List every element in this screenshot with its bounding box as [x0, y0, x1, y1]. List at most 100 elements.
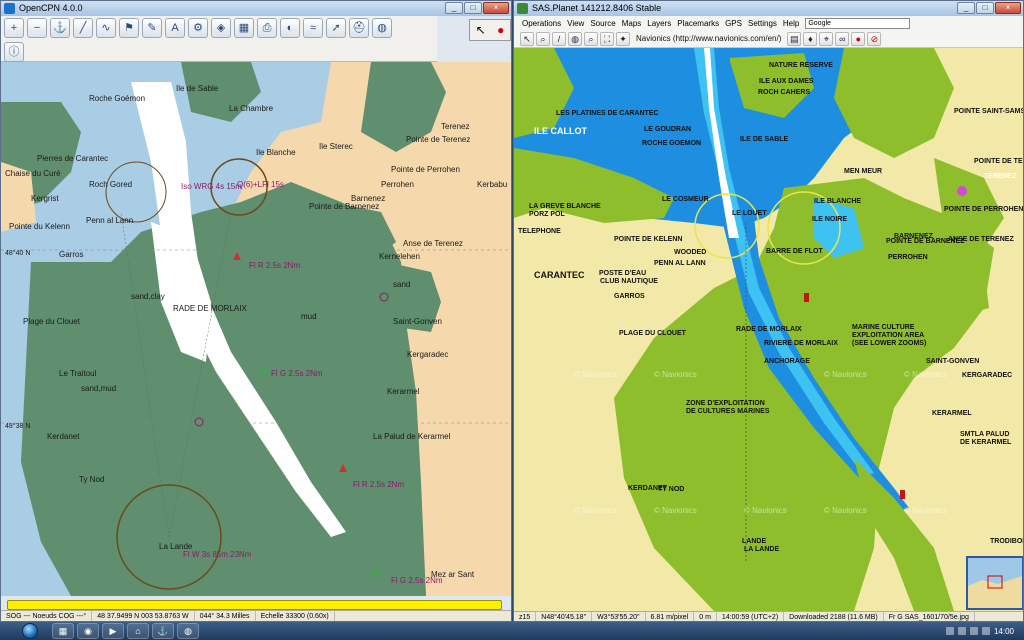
info-icon[interactable]: ⓘ	[4, 42, 24, 62]
media-taskbar-icon[interactable]: ▶	[102, 623, 124, 639]
map-label: TELEPHONE	[518, 228, 561, 235]
sasplanet-window: SAS.Planet 141212.8406 Stable _ □ × Oper…	[513, 0, 1024, 622]
ais-icon[interactable]: ◈	[211, 18, 231, 38]
status-scale: Echelle 33300 (0.60x)	[256, 611, 335, 621]
sasplanet-taskbar-icon[interactable]: ◍	[177, 623, 199, 639]
menu-help[interactable]: Help	[783, 19, 799, 28]
chart-label: sand,clay	[131, 292, 165, 301]
start-button[interactable]	[22, 623, 38, 639]
map-label: ANSE DE TERENEZ	[948, 236, 1014, 243]
map-label: BARRE DE FLOT	[766, 248, 823, 255]
select-icon[interactable]: ↖	[520, 31, 534, 46]
sasplanet-titlebar[interactable]: SAS.Planet 141212.8406 Stable _ □ ×	[514, 1, 1023, 16]
toggle-icon[interactable]: ◐	[280, 18, 300, 38]
menu-view[interactable]: View	[567, 19, 584, 28]
text-icon[interactable]: A	[165, 18, 185, 38]
opencpn-window: OpenCPN 4.0.0 _ □ × + − ⚓ ╱ ∿ ⚑ ✎ A ⚙ ◈ ▦ ⎙ ◐ ≈ ➚ ⛑ ◍ ⓘ …	[0, 0, 512, 622]
menu-layers[interactable]: Layers	[647, 19, 671, 28]
record-icon[interactable]: ●	[497, 23, 504, 37]
status-lon: W3°53'55.20"	[592, 612, 646, 621]
gps-icon[interactable]: ⌖	[819, 31, 834, 46]
navionics-watermark: © Navionics	[654, 370, 697, 379]
chart-label: Ile de Sable	[176, 84, 219, 93]
menu-gps[interactable]: GPS	[725, 19, 742, 28]
chart-scale-icon[interactable]: ⚓	[50, 18, 70, 38]
menu-settings[interactable]: Settings	[748, 19, 777, 28]
map-label: ILE AUX DAMES	[759, 78, 814, 85]
navionics-map-canvas[interactable]: NATURE RESERVE ILE AUX DAMES ROCH CAHERS IL…	[514, 48, 1023, 611]
chart-label: Pointe du Kelenn	[9, 222, 70, 231]
sasplanet-menubar: Operations View Source Maps Layers Place…	[514, 16, 1023, 30]
map-label: ROCH CAHERS	[758, 89, 811, 96]
link-icon[interactable]: ∞	[835, 31, 850, 46]
network-taskbar-icon[interactable]: ⌂	[127, 623, 149, 639]
menu-source[interactable]: Source	[590, 19, 615, 28]
current-icon[interactable]: ➚	[326, 18, 346, 38]
opencpn-taskbar-icon[interactable]: ⚓	[152, 623, 174, 639]
opencpn-titlebar[interactable]: OpenCPN 4.0.0 _ □ ×	[1, 1, 511, 16]
minimize-button[interactable]: _	[445, 2, 463, 14]
close-button[interactable]: ×	[995, 2, 1021, 14]
opencpn-chart-canvas[interactable]: Roche Goémon Ile de Sable La Chambre Ile Bl…	[1, 62, 511, 596]
menu-maps[interactable]: Maps	[622, 19, 642, 28]
maximize-button[interactable]: □	[464, 2, 482, 14]
tide-icon[interactable]: ≈	[303, 18, 323, 38]
world-icon[interactable]: ◍	[372, 18, 392, 38]
taskbar: ▦ ◉ ▶ ⌂ ⚓ ◍ 14:00	[0, 622, 1024, 640]
minimap[interactable]	[966, 556, 1023, 610]
chart-label: Pierres de Carantec	[37, 154, 109, 163]
print-icon[interactable]: ⎙	[257, 18, 277, 38]
chart-label: Fl R 2.5s 2Nm	[249, 261, 301, 270]
clock[interactable]: 14:00	[994, 627, 1014, 636]
menu-operations[interactable]: Operations	[522, 19, 561, 28]
map-label: ZONE D'EXPLOITATION	[686, 400, 765, 407]
close-button[interactable]: ×	[483, 2, 509, 14]
chart-label: mud	[301, 312, 317, 321]
search-provider-select[interactable]: Google	[805, 17, 911, 29]
map-source-label[interactable]: Navionics (http://www.navionics.com/en/)	[636, 34, 781, 43]
sasplanet-app-icon	[517, 3, 528, 14]
layers-icon[interactable]: ▤	[787, 31, 802, 46]
menu-placemarks[interactable]: Placemarks	[677, 19, 719, 28]
map-label: PENN AL LANN	[654, 260, 706, 267]
search-icon[interactable]: ⌕	[584, 31, 598, 46]
map-label: LES PLATINES DE CARANTEC	[556, 110, 659, 117]
map-label: ILE BLANCHE	[814, 198, 862, 205]
ruler-icon[interactable]: /	[552, 31, 566, 46]
status-resolution: 6.81 m/pixel	[646, 612, 695, 621]
chart-label: Terenez	[441, 122, 470, 131]
maximize-button[interactable]: □	[976, 2, 994, 14]
globe-icon[interactable]: ◍	[568, 31, 582, 46]
map-label: PORZ POL	[529, 211, 565, 218]
chart-label: 48°38 N	[5, 423, 31, 430]
waypoint-icon[interactable]: ⚑	[119, 18, 139, 38]
browser-taskbar-icon[interactable]: ◉	[77, 623, 99, 639]
record-icon[interactable]: ●	[851, 31, 866, 46]
pointer-icon[interactable]: ↖	[476, 23, 486, 37]
tray-arrow-icon[interactable]	[945, 627, 954, 635]
map-label: NATURE RESERVE	[769, 62, 833, 69]
zoom-in-icon[interactable]: +	[4, 18, 24, 38]
status-zoom: z15	[514, 612, 537, 621]
settings-icon[interactable]: ⚙	[188, 18, 208, 38]
fullscreen-icon[interactable]: ⛶	[600, 31, 614, 46]
route-icon[interactable]: ╱	[73, 18, 93, 38]
map-label: ANCHORAGE	[764, 358, 810, 365]
map-label: GARROS	[614, 293, 645, 300]
zoom-out-icon[interactable]: −	[27, 18, 47, 38]
tray-volume-icon[interactable]	[969, 627, 978, 635]
chart-quilt-icon[interactable]: ▦	[234, 18, 254, 38]
track-icon[interactable]: ∿	[96, 18, 116, 38]
tray-network-icon[interactable]	[957, 627, 966, 635]
minimize-button[interactable]: _	[957, 2, 975, 14]
measure-icon[interactable]: ✎	[142, 18, 162, 38]
satellite-icon[interactable]: ✦	[616, 31, 630, 46]
tray-flag-icon[interactable]	[981, 627, 990, 635]
explorer-taskbar-icon[interactable]: ▦	[52, 623, 74, 639]
mob-icon[interactable]: ⛑	[349, 18, 369, 38]
stop-icon[interactable]: ⊘	[867, 31, 882, 46]
zoom-icon[interactable]: ⌕	[536, 31, 550, 46]
map-label: CARANTEC	[534, 270, 585, 280]
pin-icon[interactable]: ♦	[803, 31, 818, 46]
map-label: PERROHEN	[888, 254, 928, 261]
